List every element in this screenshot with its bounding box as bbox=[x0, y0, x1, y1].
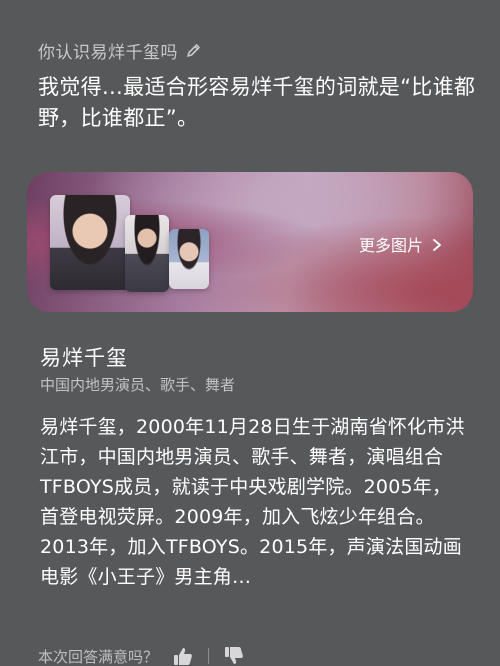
entity-name: 易烊千玺 bbox=[40, 346, 128, 370]
pencil-icon[interactable] bbox=[186, 42, 202, 58]
entity-subtitle: 中国内地男演员、歌手、舞者 bbox=[40, 376, 236, 394]
photo-thumbnail-1[interactable] bbox=[50, 195, 130, 290]
query-text: 你认识易烊千玺吗 bbox=[38, 42, 178, 63]
feedback-divider bbox=[208, 648, 210, 664]
text-fade-overlay bbox=[0, 590, 500, 640]
user-query: 你认识易烊千玺吗 bbox=[38, 38, 202, 63]
chevron-right-icon bbox=[431, 237, 443, 251]
more-images-label: 更多图片 bbox=[358, 236, 423, 255]
feedback-bar: 本次回答满意吗？ bbox=[38, 644, 245, 666]
photo-thumbnail-2[interactable] bbox=[125, 215, 169, 292]
feedback-prompt: 本次回答满意吗？ bbox=[38, 647, 159, 666]
entity-description: 易烊千玺，2000年11月28日生于湖南省怀化市洪江市，中国内地男演员、歌手、舞… bbox=[40, 416, 465, 588]
thumbs-down-icon[interactable] bbox=[223, 645, 245, 666]
more-images-link[interactable]: 更多图片 bbox=[359, 232, 443, 256]
thumbs-up-icon[interactable] bbox=[172, 645, 194, 666]
photo-thumbnail-3[interactable] bbox=[169, 229, 209, 289]
assistant-answer: 我觉得…最适合形容易烊千玺的词就是“比谁都野，比谁都正”。 bbox=[38, 75, 476, 130]
image-card[interactable]: 更多图片 bbox=[27, 172, 473, 312]
